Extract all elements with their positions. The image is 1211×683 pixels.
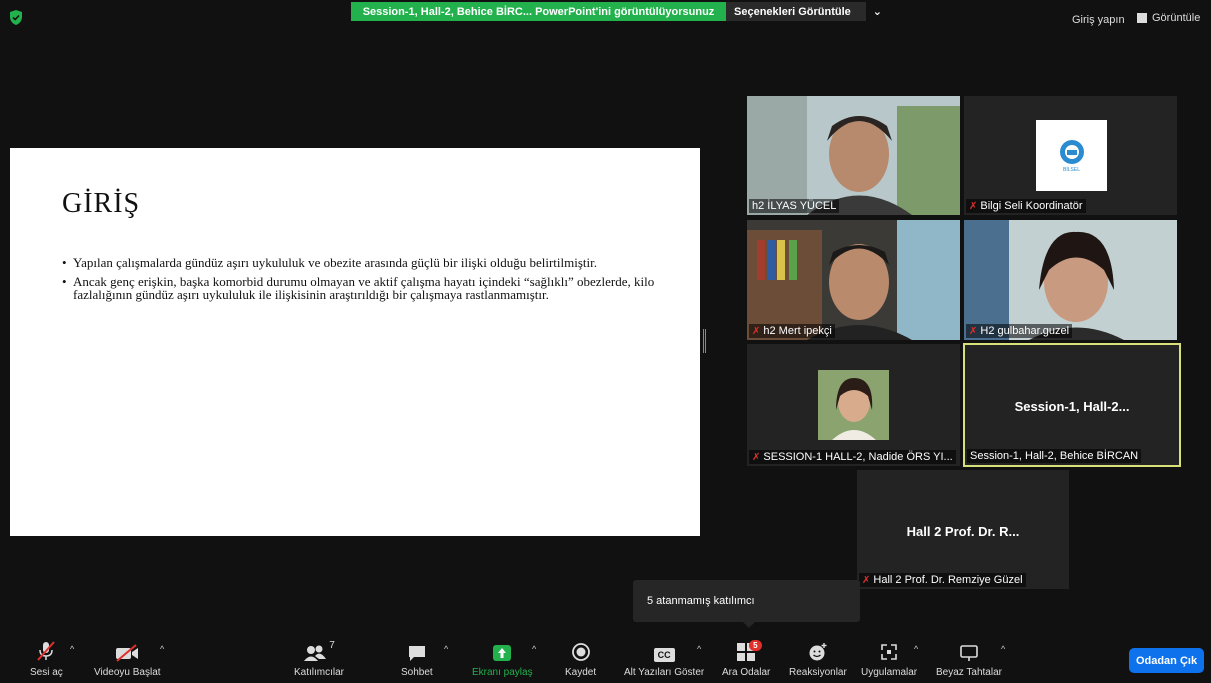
record-button[interactable]: Kaydet xyxy=(565,640,596,678)
video-off-icon xyxy=(116,644,139,662)
chat-button[interactable]: Sohbet xyxy=(401,640,433,678)
organization-logo: BİLSEL xyxy=(1036,120,1107,191)
participant-video xyxy=(747,96,960,215)
apps-icon xyxy=(881,644,897,660)
participant-name-tag: ✗ h2 Mert ipekçi xyxy=(749,324,835,338)
video-options-caret[interactable]: ^ xyxy=(160,644,164,654)
participant-avatar xyxy=(818,370,889,440)
active-speaker-tile[interactable]: Session-1, Hall-2... Session-1, Hall-2, … xyxy=(963,343,1181,467)
start-video-button[interactable]: Videoyu Başlat xyxy=(94,640,161,678)
participant-center-label: Hall 2 Prof. Dr. R... xyxy=(906,524,1020,539)
screen-share-banner: Session-1, Hall-2, Behice BİRC... PowerP… xyxy=(351,2,726,21)
video-tile[interactable]: ✗ h2 Mert ipekçi xyxy=(747,220,960,340)
apps-button[interactable]: Uygulamalar xyxy=(861,640,917,678)
participants-button[interactable]: 7 Katılımcılar xyxy=(294,640,344,678)
participant-name-tag: ✗ H2 gulbahar.guzel xyxy=(966,324,1073,338)
participant-name-tag: Session-1, Hall-2, Behice BİRCAN xyxy=(967,449,1142,463)
whiteboard-icon xyxy=(960,645,978,661)
logo-emblem-icon xyxy=(1059,139,1084,164)
whiteboard-options-caret[interactable]: ^ xyxy=(1001,644,1005,654)
breakout-rooms-button[interactable]: 5 Ara Odalar xyxy=(722,640,770,678)
security-shield-icon[interactable] xyxy=(8,9,24,26)
slide-bullet: Ancak genç erişkin, başka komorbid durum… xyxy=(62,274,662,302)
apps-options-caret[interactable]: ^ xyxy=(914,644,918,654)
participant-name-tag: h2 İLYAS YÜCEL xyxy=(749,199,840,213)
reactions-button[interactable]: Reaksiyonlar xyxy=(789,640,847,678)
participant-name-tag: ✗ Hall 2 Prof. Dr. Remziye Güzel xyxy=(859,573,1026,587)
video-tile[interactable]: ✗ H2 gulbahar.guzel xyxy=(964,220,1177,340)
muted-mic-icon: ✗ xyxy=(752,325,761,337)
sign-in-link[interactable]: Giriş yapın xyxy=(1072,14,1125,26)
captions-options-caret[interactable]: ^ xyxy=(697,644,701,654)
slide-bullet-list: Yapılan çalışmalarda gündüz aşırı uykulu… xyxy=(62,256,662,307)
muted-mic-icon: ✗ xyxy=(969,325,978,337)
share-screen-button[interactable]: Ekranı paylaş xyxy=(472,640,533,678)
shared-slide: GİRİŞ Yapılan çalışmalarda gündüz aşırı … xyxy=(10,148,700,536)
split-view-handle[interactable] xyxy=(703,329,706,353)
closed-caption-icon: CC xyxy=(653,648,675,662)
unmute-button[interactable]: Sesi aç xyxy=(30,640,63,678)
video-tile[interactable]: h2 İLYAS YÜCEL xyxy=(747,96,960,215)
participant-name-tag: ✗ SESSION-1 HALL-2, Nadide ÖRS YI... xyxy=(749,450,956,464)
participants-icon xyxy=(304,645,327,661)
breakout-count-badge: 5 xyxy=(749,640,762,651)
leave-room-button[interactable]: Odadan Çık xyxy=(1129,648,1204,673)
show-captions-button[interactable]: CC Alt Yazıları Göster xyxy=(624,640,704,678)
share-options-caret[interactable]: ^ xyxy=(532,644,536,654)
view-options-button[interactable]: Seçenekleri Görüntüle ⌄ xyxy=(726,2,882,21)
muted-mic-icon: ✗ xyxy=(752,451,761,463)
record-icon xyxy=(571,643,590,661)
participant-video xyxy=(747,220,960,340)
slide-bullet: Yapılan çalışmalarda gündüz aşırı uykulu… xyxy=(62,256,662,270)
chevron-down-icon: ⌄ xyxy=(872,6,882,18)
view-options-label: Seçenekleri Görüntüle xyxy=(734,5,851,18)
chat-options-caret[interactable]: ^ xyxy=(444,644,448,654)
view-label: Görüntüle xyxy=(1152,12,1201,24)
video-tile[interactable]: ✗ SESSION-1 HALL-2, Nadide ÖRS YI... xyxy=(747,344,960,466)
video-tile[interactable]: Hall 2 Prof. Dr. R... ✗ Hall 2 Prof. Dr. … xyxy=(857,470,1069,589)
participants-count: 7 xyxy=(329,640,335,651)
video-tile[interactable]: BİLSEL ✗ Bilgi Seli Koordinatör xyxy=(964,96,1177,215)
audio-options-caret[interactable]: ^ xyxy=(70,644,74,654)
muted-microphone-icon xyxy=(37,641,56,661)
layout-icon xyxy=(1137,13,1147,23)
chat-icon xyxy=(408,646,425,661)
participant-center-label: Session-1, Hall-2... xyxy=(1014,399,1130,414)
participant-name-tag: ✗ Bilgi Seli Koordinatör xyxy=(966,199,1086,213)
meeting-toolbar: Sesi aç ^ Videoyu Başlat ^ 7 Katılımcıla… xyxy=(0,632,1211,683)
participant-video xyxy=(964,220,1177,340)
view-button[interactable]: Görüntüle xyxy=(1137,12,1200,24)
muted-mic-icon: ✗ xyxy=(969,200,978,212)
unassigned-participants-tooltip: 5 atanmamış katılımcı xyxy=(633,580,860,628)
share-screen-icon xyxy=(493,645,512,661)
muted-mic-icon: ✗ xyxy=(862,574,871,586)
slide-title: GİRİŞ xyxy=(62,188,141,219)
reaction-smiley-icon xyxy=(809,643,827,661)
whiteboards-button[interactable]: Beyaz Tahtalar xyxy=(936,640,1002,678)
